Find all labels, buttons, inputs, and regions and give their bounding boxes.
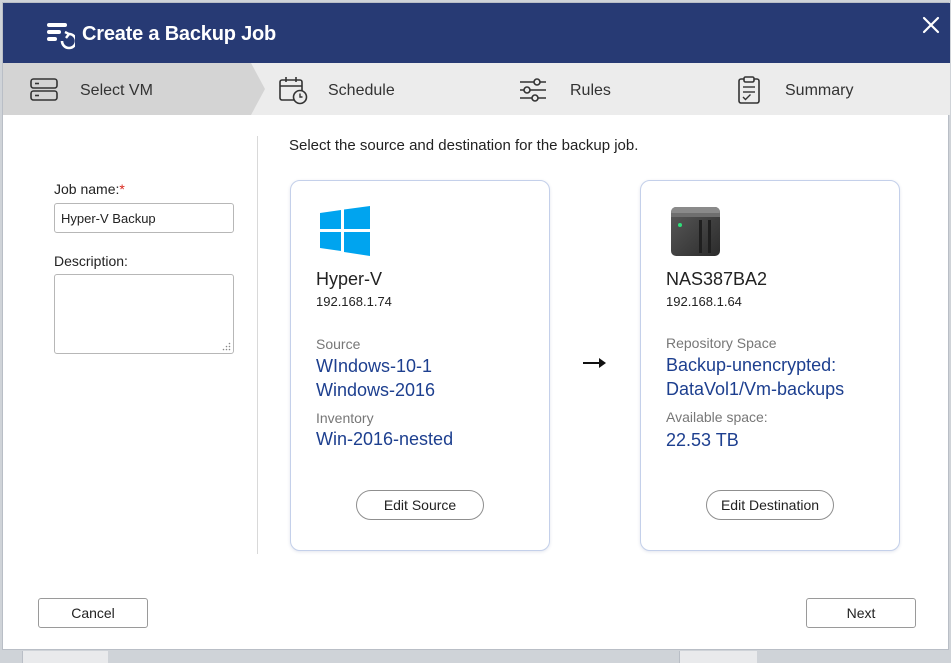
repository-line: DataVol1/Vm-backups [666,379,845,399]
source-host-name: Hyper-V [316,269,383,289]
job-name-label: Job name:* [54,181,125,197]
edit-source-button[interactable]: Edit Source [356,490,484,520]
resize-grip-icon[interactable] [222,342,231,351]
step-label: Rules [570,82,611,99]
section-divider [257,136,258,554]
next-button[interactable]: Next [806,598,916,628]
source-host-ip: 192.168.1.74 [316,294,392,309]
arrow-right-icon [583,358,606,368]
step-schedule[interactable]: Schedule [268,63,468,115]
inventory-label: Inventory [316,410,374,426]
destination-host-name: NAS387BA2 [666,269,768,289]
step-label: Schedule [328,82,395,99]
backup-job-icon [47,23,75,50]
windows-logo-icon [320,206,370,256]
server-icon [30,78,58,101]
job-name-label-text: Job name: [54,181,120,197]
step-label: Select VM [80,82,153,99]
close-icon[interactable] [919,13,943,37]
source-vm-item: WIndows-10-1 [316,356,433,376]
edit-destination-button[interactable]: Edit Destination [706,490,834,520]
repository-label: Repository Space [666,335,777,351]
background-panel [22,651,108,663]
step-label: Summary [785,82,854,99]
step-summary[interactable]: Summary [731,63,931,115]
background-panel [679,651,757,663]
source-vm-item: Windows-2016 [316,380,436,400]
destination-host-ip: 192.168.1.64 [666,294,742,309]
description-textarea[interactable] [54,274,234,354]
dialog-titlebar: Create a Backup Job [3,3,950,63]
instruction-text: Select the source and destination for th… [289,137,639,154]
wizard-steps: Select VM Schedule Rules Summary [3,63,950,115]
step-select-vm[interactable]: Select VM [3,63,253,115]
clipboard-icon [738,76,760,104]
dialog-title: Create a Backup Job [82,23,277,45]
background-strip [0,651,951,663]
nas-device-icon [671,207,720,256]
backup-job-dialog: Create a Backup Job Select VM Schedule R… [2,2,950,650]
required-mark: * [119,181,125,197]
sliders-icon [520,78,546,102]
calendar-clock-icon [279,77,308,105]
inventory-value: Win-2016-nested [316,429,454,449]
destination-card: NAS387BA2 192.168.1.64 Repository Space … [640,180,900,551]
step-rules[interactable]: Rules [513,63,713,115]
job-name-input[interactable] [54,203,234,233]
source-card: Hyper-V 192.168.1.74 Source WIndows-10-1… [290,180,550,551]
description-label: Description: [54,253,128,269]
repository-line: Backup-unencrypted: [666,355,837,375]
cancel-button[interactable]: Cancel [38,598,148,628]
available-space-value: 22.53 TB [666,430,739,450]
available-space-label: Available space: [666,409,768,425]
source-label: Source [316,336,361,352]
